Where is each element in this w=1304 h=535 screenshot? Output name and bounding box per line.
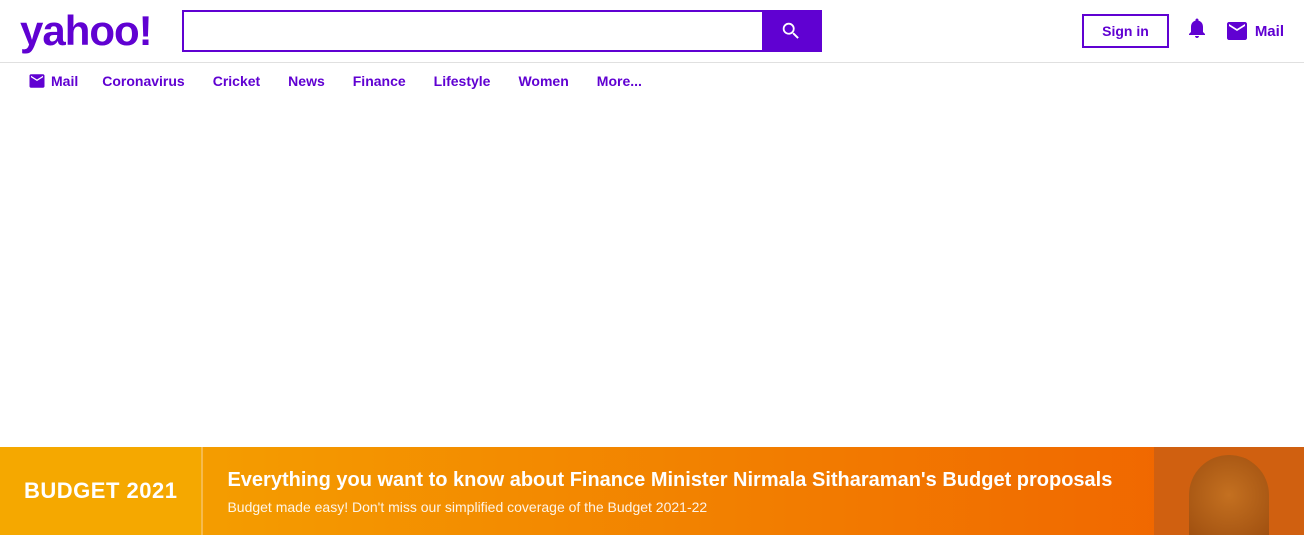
search-bar xyxy=(182,10,822,52)
nav-item-more[interactable]: More... xyxy=(585,69,654,93)
header: yahoo! Sign in Mail xyxy=(0,0,1304,63)
nav-item-cricket[interactable]: Cricket xyxy=(201,69,272,93)
nav-item-women[interactable]: Women xyxy=(506,69,580,93)
header-mail-link[interactable]: Mail xyxy=(1225,22,1284,40)
banner-subtitle: Budget made easy! Don't miss our simplif… xyxy=(227,499,1130,515)
banner[interactable]: BUDGET 2021 Everything you want to know … xyxy=(0,447,1304,535)
search-button[interactable] xyxy=(762,12,820,50)
nav-mail-icon xyxy=(28,74,46,88)
banner-image xyxy=(1154,447,1304,535)
sign-in-button[interactable]: Sign in xyxy=(1082,14,1169,48)
nav-item-finance[interactable]: Finance xyxy=(341,69,418,93)
nav-item-lifestyle[interactable]: Lifestyle xyxy=(422,69,503,93)
nav-mail-label: Mail xyxy=(51,73,78,89)
search-input[interactable] xyxy=(184,12,762,50)
header-mail-label: Mail xyxy=(1255,23,1284,40)
banner-text: Everything you want to know about Financ… xyxy=(203,447,1154,535)
search-icon xyxy=(780,20,802,42)
navigation: Mail Coronavirus Cricket News Finance Li… xyxy=(0,63,1304,99)
nav-mail-link[interactable]: Mail xyxy=(20,69,86,93)
nav-item-coronavirus[interactable]: Coronavirus xyxy=(90,69,196,93)
banner-person-illustration xyxy=(1154,447,1304,535)
main-content xyxy=(0,99,1304,399)
banner-title: Everything you want to know about Financ… xyxy=(227,467,1130,493)
mail-icon xyxy=(1225,22,1249,40)
banner-label: BUDGET 2021 xyxy=(0,447,201,535)
notification-bell-icon[interactable] xyxy=(1185,16,1209,47)
banner-label-text: BUDGET 2021 xyxy=(24,478,177,504)
yahoo-logo[interactable]: yahoo! xyxy=(20,10,152,52)
header-right: Sign in Mail xyxy=(1082,14,1284,48)
nav-item-news[interactable]: News xyxy=(276,69,337,93)
